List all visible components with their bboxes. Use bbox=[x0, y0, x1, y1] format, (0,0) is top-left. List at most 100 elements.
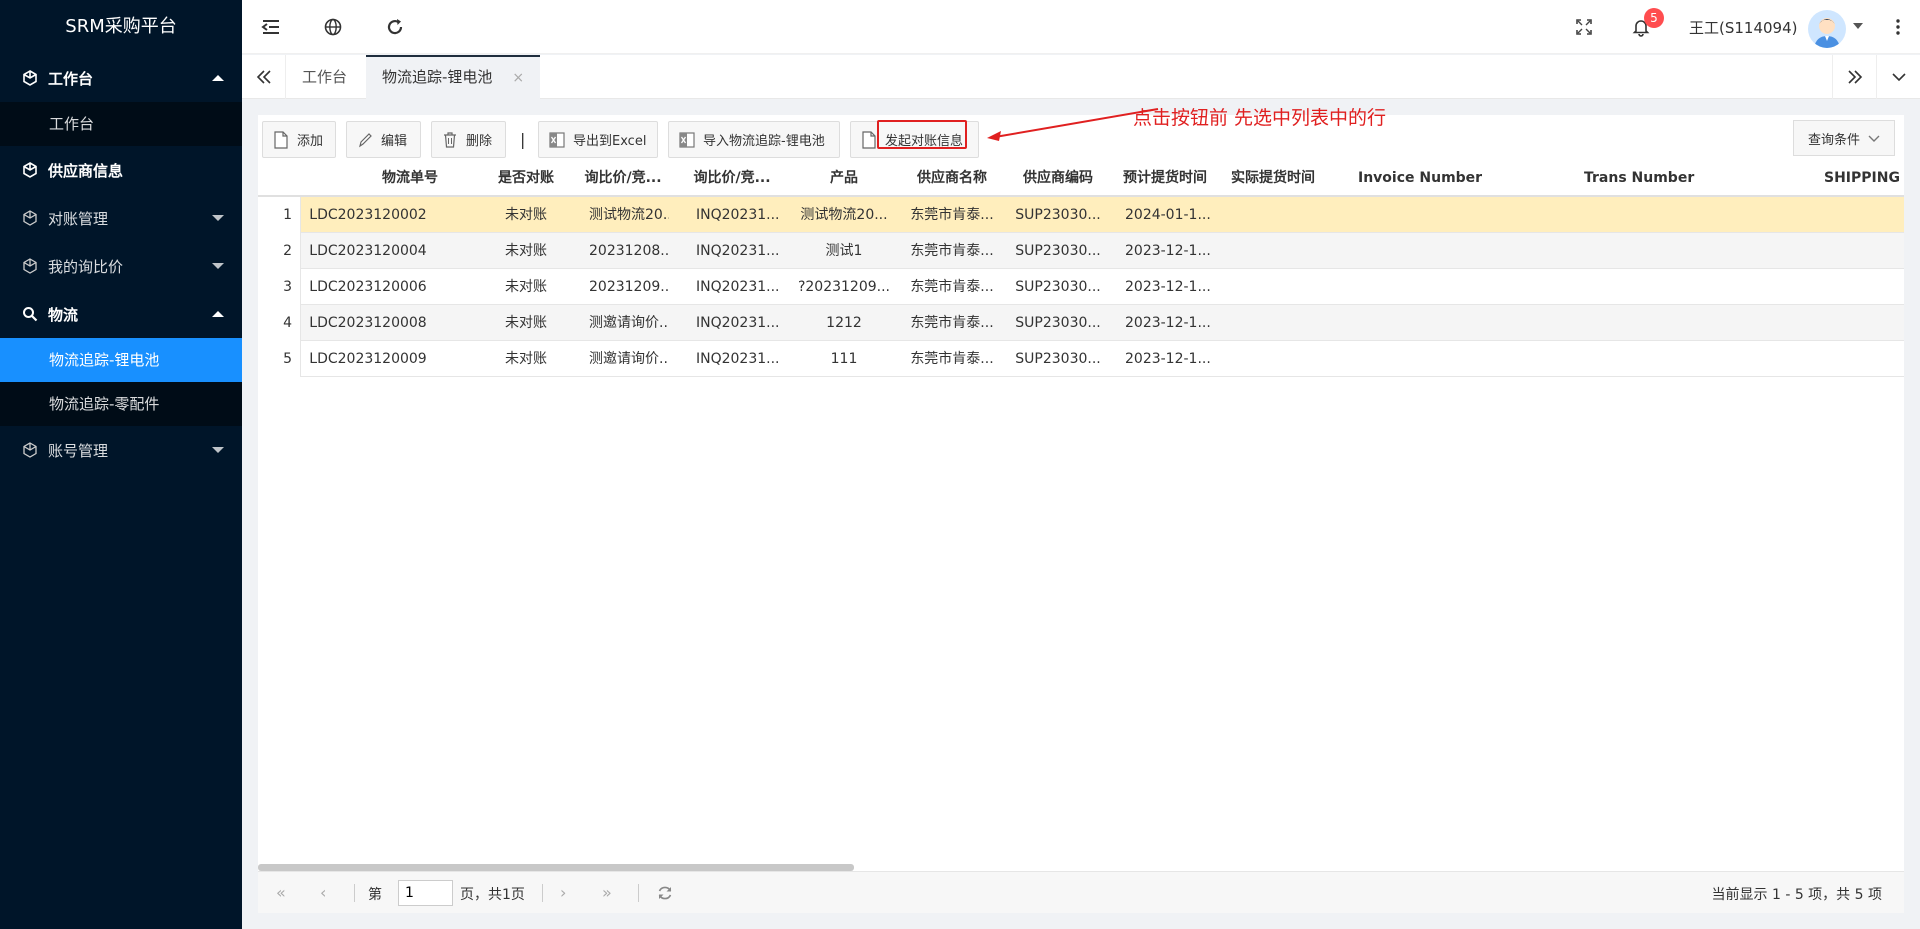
next-page-icon[interactable]: › bbox=[560, 883, 566, 902]
table-row[interactable]: 2 LDC2023120004 未对账 20231208... INQ20231... 测… bbox=[258, 233, 1904, 269]
tab-scroll-right[interactable] bbox=[1832, 55, 1876, 99]
table-cell: INQ20231... bbox=[696, 315, 778, 331]
refresh-icon[interactable] bbox=[385, 17, 405, 37]
table-cell: 未对账 bbox=[505, 351, 547, 367]
data-grid: 物流单号 是否对账 询比价/竞... 询比价/竞... 产品 供应商名称 供应商… bbox=[258, 160, 1904, 377]
last-page-icon[interactable]: » bbox=[602, 883, 612, 902]
table-cell: 2024-01-1... bbox=[1125, 207, 1211, 223]
fullscreen-icon[interactable] bbox=[1574, 17, 1594, 37]
table-cell: SUP23030... bbox=[1015, 243, 1101, 259]
menu-fold-icon[interactable] bbox=[261, 17, 281, 37]
edit-button-label: 编辑 bbox=[381, 134, 408, 149]
first-page-icon[interactable]: « bbox=[276, 883, 286, 902]
col-header[interactable]: 询比价/竞... bbox=[577, 160, 669, 197]
delete-button[interactable]: 删除 bbox=[431, 121, 506, 158]
menu-logistics-label: 物流 bbox=[48, 305, 79, 324]
table-cell: 东莞市肯泰... bbox=[910, 279, 994, 295]
menu-my-inquiry[interactable]: 我的询比价 bbox=[0, 242, 242, 290]
table-cell: ?20231209... bbox=[797, 279, 891, 295]
col-header[interactable]: Trans Number bbox=[1584, 160, 1744, 197]
tab-dropdown[interactable] bbox=[1876, 55, 1920, 99]
edit-button[interactable]: 编辑 bbox=[346, 121, 421, 158]
table-cell bbox=[1584, 341, 1744, 377]
prev-page-icon[interactable]: ‹ bbox=[320, 883, 326, 902]
col-header[interactable]: Invoice Number bbox=[1358, 160, 1558, 197]
table-row[interactable]: 1 LDC2023120002 未对账 测试物流20... INQ20231... 测试物… bbox=[258, 197, 1904, 233]
avatar-image bbox=[1814, 18, 1840, 48]
menu-workbench-label: 工作台 bbox=[48, 69, 94, 88]
page-total: 页，共1页 bbox=[460, 887, 525, 903]
table-cell: 东莞市肯泰... bbox=[910, 351, 994, 367]
col-header[interactable]: 供应商编码 bbox=[1010, 160, 1106, 197]
menu-account[interactable]: 账号管理 bbox=[0, 426, 242, 474]
avatar[interactable] bbox=[1808, 10, 1846, 48]
menu-reconciliation-label: 对账管理 bbox=[48, 209, 109, 228]
menu-supplier-info-label: 供应商信息 bbox=[48, 161, 124, 180]
query-conditions-button[interactable]: 查询条件 bbox=[1793, 120, 1895, 156]
menu-item-workbench[interactable]: 工作台 bbox=[0, 102, 242, 146]
table-cell: 2023-12-1... bbox=[1125, 279, 1211, 295]
user-name[interactable]: 王工(S114094) bbox=[1689, 17, 1798, 38]
menu-supplier-info[interactable]: 供应商信息 bbox=[0, 146, 242, 194]
table-cell: INQ20231... bbox=[696, 243, 778, 259]
table-cell: INQ20231... bbox=[696, 207, 778, 223]
menu-item-logistics-battery[interactable]: 物流追踪-锂电池 bbox=[0, 338, 242, 382]
table-cell: SUP23030... bbox=[1015, 207, 1101, 223]
col-header[interactable]: 是否对账 bbox=[480, 160, 572, 197]
table-cell: 东莞市肯泰... bbox=[910, 207, 994, 223]
table-row[interactable]: 5 LDC2023120009 未对账 测邀请询价... INQ20231... 111 东… bbox=[258, 341, 1904, 377]
refresh-icon[interactable] bbox=[656, 884, 674, 902]
close-icon[interactable]: × bbox=[512, 70, 524, 86]
notification-badge: 5 bbox=[1644, 8, 1664, 28]
pager: « ‹ 第 页，共1页 › » 当前显示 1 - 5 项，共 5 项 bbox=[258, 871, 1904, 913]
col-header[interactable]: SHIPPING I bbox=[1824, 160, 1904, 197]
delete-button-label: 删除 bbox=[466, 134, 493, 149]
globe-icon[interactable] bbox=[323, 17, 343, 37]
grid-body: 1 LDC2023120002 未对账 测试物流20... INQ20231... 测试物… bbox=[258, 197, 1904, 377]
table-cell: LDC2023120008 bbox=[309, 315, 427, 331]
caret-down-icon[interactable] bbox=[1852, 20, 1864, 32]
tab-logistics-battery[interactable]: 物流追踪-锂电池 × bbox=[366, 55, 541, 99]
table-cell: INQ20231... bbox=[696, 279, 778, 295]
import-button-label: 导入物流追踪-锂电池 bbox=[703, 134, 825, 149]
col-header[interactable]: 预计提货时间 bbox=[1115, 160, 1215, 197]
horizontal-scrollbar[interactable] bbox=[258, 864, 854, 871]
col-header[interactable]: 物流单号 bbox=[350, 160, 470, 197]
table-cell: 未对账 bbox=[505, 315, 547, 331]
tab-workbench[interactable]: 工作台 bbox=[286, 55, 363, 99]
import-button[interactable]: 导入物流追踪-锂电池 bbox=[668, 121, 840, 158]
col-header[interactable]: 询比价/竞... bbox=[686, 160, 778, 197]
chevron-down-icon bbox=[1891, 73, 1906, 82]
row-number: 4 bbox=[258, 305, 301, 341]
pager-divider bbox=[638, 884, 639, 902]
add-button[interactable]: 添加 bbox=[262, 121, 336, 158]
page-input[interactable] bbox=[398, 880, 453, 906]
col-header[interactable]: 供应商名称 bbox=[903, 160, 1001, 197]
menu-item-logistics-parts[interactable]: 物流追踪-零配件 bbox=[0, 382, 242, 426]
caret-down-icon bbox=[212, 263, 224, 269]
col-header[interactable]: 实际提货时间 bbox=[1223, 160, 1323, 197]
search-icon bbox=[23, 307, 38, 322]
cube-icon bbox=[23, 258, 37, 274]
initiate-reconciliation-button[interactable]: 发起对账信息 bbox=[850, 121, 979, 158]
table-row[interactable]: 4 LDC2023120008 未对账 测邀请询价... INQ20231... 1212… bbox=[258, 305, 1904, 341]
pencil-icon bbox=[359, 132, 372, 147]
table-cell: 东莞市肯泰... bbox=[910, 243, 994, 259]
menu-workbench[interactable]: 工作台 bbox=[0, 54, 242, 102]
menu-reconciliation[interactable]: 对账管理 bbox=[0, 194, 242, 242]
col-header[interactable]: 产品 bbox=[795, 160, 893, 197]
table-cell: 测试物流20... bbox=[800, 207, 888, 223]
top-header: 5 王工(S114094) bbox=[242, 0, 1920, 54]
menu-logistics[interactable]: 物流 bbox=[0, 290, 242, 338]
table-cell: 1212 bbox=[826, 315, 862, 331]
table-row[interactable]: 3 LDC2023120006 未对账 20231209... INQ20231...?… bbox=[258, 269, 1904, 305]
tab-bar: 工作台 物流追踪-锂电池 × bbox=[242, 55, 1920, 99]
more-vertical-icon[interactable] bbox=[1888, 17, 1908, 37]
table-cell: SUP23030... bbox=[1015, 279, 1101, 295]
table-cell bbox=[1358, 269, 1558, 305]
cube-icon bbox=[23, 70, 37, 86]
table-cell bbox=[1223, 197, 1323, 233]
export-excel-button[interactable]: 导出到Excel bbox=[538, 121, 658, 158]
excel-icon bbox=[679, 131, 695, 148]
tab-scroll-left[interactable] bbox=[242, 55, 286, 99]
